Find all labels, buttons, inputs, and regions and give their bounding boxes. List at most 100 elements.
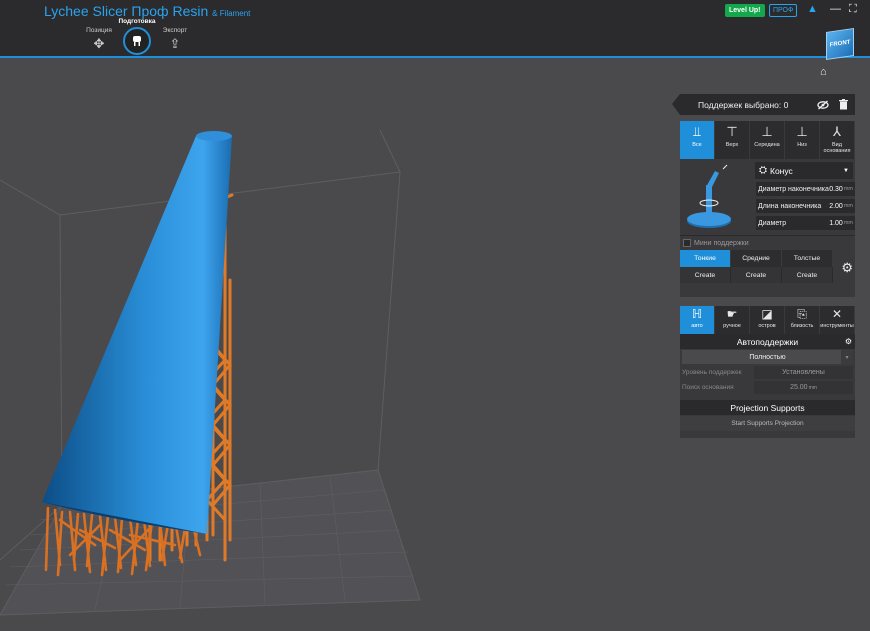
base-search-row: Поиск основания 25.00 mm bbox=[680, 380, 855, 395]
tool-proximity[interactable]: ⎘ близость bbox=[785, 306, 820, 334]
support-middle-icon: ⊥ bbox=[761, 124, 773, 139]
tip-length-field[interactable]: Длина наконечника 2.00 mm bbox=[756, 199, 855, 213]
minimize-button[interactable]: — bbox=[830, 3, 841, 15]
tip-diameter-field[interactable]: Диаметр наконечника 0.30 mm bbox=[756, 182, 855, 196]
chevron-down-icon: ▼ bbox=[843, 167, 849, 174]
support-config: ⛭ Конус ▼ Диаметр наконечника 0.30 mm Дл… bbox=[680, 159, 855, 235]
tab-label: Середина bbox=[754, 142, 780, 148]
panel-notch bbox=[672, 94, 680, 115]
supports-icon bbox=[123, 27, 151, 55]
tool-label: остров bbox=[758, 323, 776, 329]
create-medium-button[interactable]: Create bbox=[731, 267, 782, 283]
param-value: 0.30 bbox=[829, 185, 843, 193]
level-up-badge[interactable]: Level Up! bbox=[725, 4, 765, 17]
auto-supports-panel: ℍ авто ☛ ручное ◪ остров ⎘ близость ✕ ин… bbox=[680, 306, 855, 438]
param-label: Диаметр bbox=[758, 219, 787, 227]
model-cone[interactable] bbox=[42, 132, 232, 534]
gear-icon[interactable]: ⚙ bbox=[841, 260, 853, 276]
mode-tab-export[interactable]: Экспорт ⇪ bbox=[162, 27, 188, 52]
auto-supports-title: Автоподдержки ⚙ bbox=[680, 334, 855, 349]
support-tool-tabs: ℍ авто ☛ ручное ◪ остров ⎘ близость ✕ ин… bbox=[680, 306, 855, 334]
thickness-tabs: Тонкие Средние Толстые bbox=[680, 250, 833, 267]
support-level-text: Установлены bbox=[782, 369, 825, 376]
support-region-tabs: ⫫ Все ⊤ Верх ⊥ Середина ⊥ Низ ⅄ Вид осно… bbox=[680, 121, 855, 159]
tool-auto[interactable]: ℍ авто bbox=[680, 306, 715, 334]
param-unit: mm bbox=[843, 203, 853, 209]
thickness-thick[interactable]: Толстые bbox=[782, 250, 833, 267]
tab-label: Все bbox=[692, 142, 702, 148]
base-search-label: Поиск основания bbox=[682, 383, 734, 391]
move-icon: ✥ bbox=[93, 36, 105, 51]
tool-label: ручное bbox=[723, 323, 741, 329]
base-search-field[interactable]: 25.00 mm bbox=[754, 381, 853, 394]
tab-label: Верх bbox=[725, 142, 739, 148]
support-level-value[interactable]: Установлены bbox=[754, 366, 853, 379]
cone-icon: ⛭ bbox=[759, 165, 767, 176]
param-unit: mm bbox=[843, 186, 853, 192]
param-label: Длина наконечника bbox=[758, 202, 822, 210]
trash-icon[interactable] bbox=[835, 97, 851, 113]
tab-label: Низ bbox=[797, 142, 807, 148]
chevron-down-icon: ▾ bbox=[841, 350, 853, 364]
mode-tab-label: Экспорт bbox=[162, 27, 188, 34]
proximity-icon: ⎘ bbox=[797, 307, 807, 321]
mode-tab-position[interactable]: Позиция ✥ bbox=[86, 27, 112, 52]
create-thin-button[interactable]: Create bbox=[680, 267, 731, 283]
tool-label: авто bbox=[691, 323, 703, 329]
mode-tab-label: Подготовка bbox=[118, 18, 156, 25]
eye-off-icon[interactable] bbox=[815, 97, 831, 113]
auto-mode-value: Полностью bbox=[749, 353, 786, 361]
support-all-icon: ⫫ bbox=[693, 124, 701, 139]
auto-supports-icon: ℍ bbox=[691, 307, 703, 321]
thickness-thin[interactable]: Тонкие bbox=[680, 250, 731, 267]
export-icon: ⇪ bbox=[169, 36, 181, 51]
support-shape-value: Конус bbox=[770, 165, 793, 176]
fullscreen-button[interactable]: ⛶ bbox=[849, 3, 857, 16]
support-preview-image bbox=[687, 164, 731, 228]
param-unit: mm bbox=[843, 220, 853, 226]
tab-base-view[interactable]: ⅄ Вид основания bbox=[820, 121, 855, 159]
tab-all[interactable]: ⫫ Все bbox=[680, 121, 715, 159]
support-base-icon: ⅄ bbox=[833, 124, 841, 139]
tool-instruments[interactable]: ✕ инструменты bbox=[820, 306, 855, 334]
thickness-medium[interactable]: Средние bbox=[731, 250, 782, 267]
base-search-value: 25.00 bbox=[790, 384, 808, 391]
auto-mode-select[interactable]: Полностью ▾ bbox=[682, 350, 853, 364]
mini-supports-label: Мини поддержки bbox=[694, 239, 749, 247]
start-projection-button[interactable]: Start Supports Projection bbox=[680, 416, 855, 431]
mini-supports-checkbox[interactable] bbox=[683, 239, 691, 247]
tool-island[interactable]: ◪ остров bbox=[750, 306, 785, 334]
warning-icon[interactable]: ▲ bbox=[807, 3, 818, 15]
diameter-field[interactable]: Диаметр 1.00 mm bbox=[756, 216, 855, 230]
view-cube[interactable]: FRONT bbox=[826, 28, 854, 60]
param-value: 2.00 bbox=[829, 202, 843, 210]
prof-badge[interactable]: ПРОФ bbox=[769, 4, 798, 17]
app-title-text: Lychee Slicer Проф Resin bbox=[44, 3, 209, 19]
tab-middle[interactable]: ⊥ Середина bbox=[750, 121, 785, 159]
support-top-icon: ⊤ bbox=[726, 124, 738, 139]
app-title: Lychee Slicer Проф Resin & Filament bbox=[44, 3, 250, 19]
mini-supports-toggle[interactable]: Мини поддержки bbox=[680, 235, 855, 250]
tool-manual[interactable]: ☛ ручное bbox=[715, 306, 750, 334]
support-settings-panel: ⫫ Все ⊤ Верх ⊥ Середина ⊥ Низ ⅄ Вид осно… bbox=[680, 121, 855, 297]
tab-bottom[interactable]: ⊥ Низ bbox=[785, 121, 820, 159]
island-icon: ◪ bbox=[761, 307, 773, 321]
app-title-suffix: & Filament bbox=[212, 9, 251, 18]
create-thick-button[interactable]: Create bbox=[782, 267, 833, 283]
model-cone-top bbox=[196, 131, 232, 141]
auto-supports-title-text: Автоподдержки bbox=[736, 336, 799, 347]
param-label: Диаметр наконечника bbox=[758, 185, 829, 193]
tab-label: Вид основания bbox=[823, 142, 851, 154]
support-level-label: Уровень поддержек bbox=[682, 368, 742, 376]
support-bottom-icon: ⊥ bbox=[796, 124, 808, 139]
tool-label: инструменты bbox=[820, 323, 854, 329]
projection-supports-title: Projection Supports bbox=[680, 400, 855, 415]
support-shape-select[interactable]: ⛭ Конус ▼ bbox=[755, 162, 853, 179]
mode-tab-prepare[interactable]: Подготовка bbox=[118, 18, 156, 55]
selected-supports-count: Поддержек выбрано: 0 bbox=[698, 99, 789, 110]
create-buttons: Create Create Create bbox=[680, 267, 833, 283]
gear-icon[interactable]: ⚙ bbox=[845, 337, 852, 346]
selected-supports-bar: Поддержек выбрано: 0 bbox=[672, 94, 855, 115]
manual-supports-icon: ☛ bbox=[726, 307, 738, 321]
tab-top[interactable]: ⊤ Верх bbox=[715, 121, 750, 159]
